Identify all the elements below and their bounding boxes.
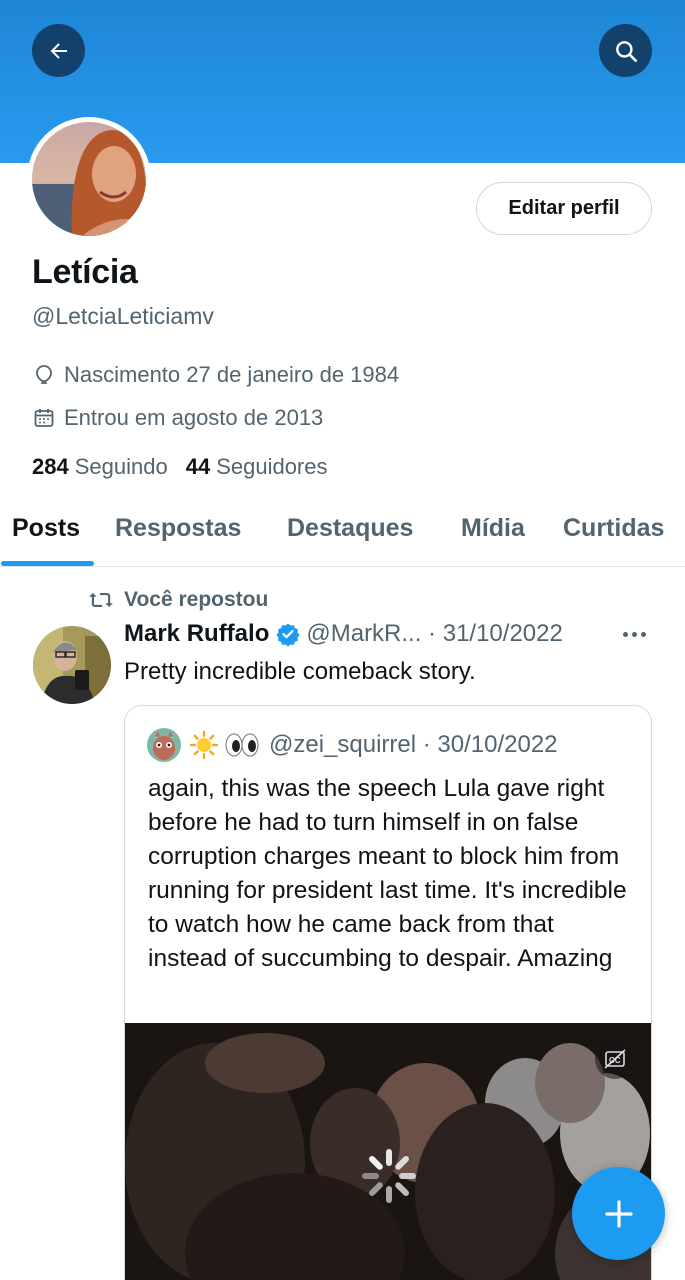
verified-badge-icon bbox=[276, 623, 300, 646]
following-label: Seguindo bbox=[74, 454, 168, 479]
author-avatar[interactable] bbox=[33, 626, 111, 704]
tab-curtidas[interactable]: Curtidas bbox=[563, 514, 664, 543]
following-count: 284 bbox=[32, 454, 69, 479]
search-icon bbox=[615, 40, 637, 62]
compose-button[interactable] bbox=[572, 1167, 665, 1260]
quoted-post[interactable]: @zei_squirrel · 30/10/2022 again, this w… bbox=[124, 705, 652, 1280]
profile-tabs: Posts Respostas Destaques Mídia Curtidas bbox=[0, 490, 685, 567]
followers-label: Seguidores bbox=[216, 454, 328, 479]
follow-stats: 284 Seguindo 44 Seguidores bbox=[32, 454, 328, 480]
sun-emoji-icon bbox=[189, 730, 219, 760]
post-author-name[interactable]: Mark Ruffalo bbox=[124, 620, 269, 648]
quoted-post-header: @zei_squirrel · 30/10/2022 bbox=[147, 728, 558, 762]
captions-button[interactable]: CC bbox=[595, 1039, 635, 1079]
more-dots-icon[interactable] bbox=[623, 632, 646, 637]
post-handle-date: @MarkR... · 31/10/2022 bbox=[306, 620, 563, 647]
profile-avatar bbox=[32, 122, 146, 236]
profile-name: Letícia bbox=[32, 253, 138, 291]
profile-handle: @LetciaLeticiamv bbox=[32, 303, 214, 329]
tab-posts[interactable]: Posts bbox=[12, 514, 80, 543]
followers-count: 44 bbox=[185, 454, 211, 479]
captions-icon: CC bbox=[604, 1049, 626, 1069]
edit-profile-button[interactable]: Editar perfil bbox=[476, 182, 652, 235]
joined-info: Entrou em agosto de 2013 bbox=[32, 405, 323, 431]
back-button[interactable] bbox=[32, 24, 85, 77]
birth-info: Nascimento 27 de janeiro de 1984 bbox=[32, 362, 399, 388]
search-button[interactable] bbox=[599, 24, 652, 77]
quoted-author-avatar bbox=[147, 728, 181, 762]
calendar-icon bbox=[34, 409, 54, 427]
joined-text: Entrou em agosto de 2013 bbox=[64, 405, 324, 430]
quoted-author-display-name bbox=[189, 730, 261, 760]
balloon-icon bbox=[36, 365, 52, 384]
repost-icon bbox=[89, 592, 113, 608]
quoted-handle-date: @zei_squirrel · 30/10/2022 bbox=[269, 731, 558, 758]
tab-midia[interactable]: Mídia bbox=[461, 514, 525, 543]
plus-icon bbox=[604, 1199, 633, 1228]
profile-avatar-frame[interactable] bbox=[27, 117, 151, 241]
tab-respostas[interactable]: Respostas bbox=[115, 514, 241, 543]
tab-destaques[interactable]: Destaques bbox=[287, 514, 413, 543]
following-link[interactable]: 284 Seguindo bbox=[32, 454, 168, 480]
quoted-post-text: again, this was the speech Lula gave rig… bbox=[148, 775, 627, 972]
followers-link[interactable]: 44 Seguidores bbox=[186, 454, 328, 480]
repost-context: Você repostou bbox=[88, 588, 268, 612]
birth-text: Nascimento 27 de janeiro de 1984 bbox=[64, 362, 400, 387]
loading-spinner-icon bbox=[362, 1149, 416, 1203]
post-text: Pretty incredible comeback story. bbox=[124, 658, 476, 685]
eyes-emoji-icon bbox=[225, 733, 259, 757]
quoted-video[interactable]: CC bbox=[125, 1023, 651, 1280]
repost-label: Você repostou bbox=[124, 588, 269, 611]
active-tab-indicator bbox=[1, 561, 94, 566]
arrow-left-icon bbox=[50, 42, 67, 59]
post-header: Mark Ruffalo @MarkR... · 31/10/2022 bbox=[124, 620, 563, 648]
